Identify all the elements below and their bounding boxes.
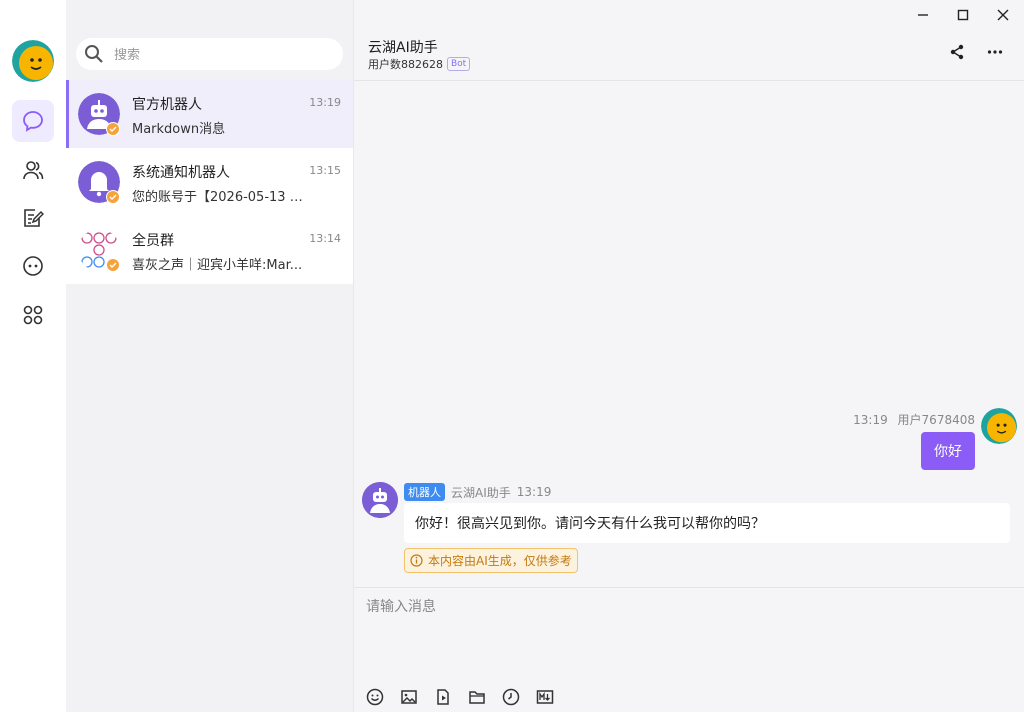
- robot-icon[interactable]: [362, 482, 398, 518]
- search-input[interactable]: [114, 46, 314, 62]
- close-icon: [997, 9, 1009, 21]
- user-avatar[interactable]: [981, 408, 1017, 444]
- image-button[interactable]: [400, 688, 418, 706]
- user-avatar[interactable]: [12, 40, 54, 82]
- chat-title: 云湖AI助手: [368, 40, 438, 56]
- close-button[interactable]: [992, 4, 1014, 26]
- robot-tag: 机器人: [404, 483, 445, 501]
- markdown-icon: [536, 690, 554, 704]
- verified-badge-icon: [106, 258, 120, 272]
- info-icon: [410, 554, 423, 567]
- maximize-icon: [957, 9, 969, 21]
- conversation-preview: 喜灰之声｜迎宾小羊咩:Mar...: [132, 258, 303, 273]
- ai-disclaimer: 本内容由AI生成，仅供参考: [404, 548, 578, 573]
- maximize-button[interactable]: [952, 4, 974, 26]
- nav-messages[interactable]: [12, 100, 54, 142]
- conversation-time: 13:19: [309, 96, 341, 109]
- header-actions: [949, 44, 1003, 60]
- conversation-panel: 官方机器人 13:19 Markdown消息 系统通知机器人 13:15 您的账…: [66, 0, 353, 712]
- conversation-time: 13:15: [309, 164, 341, 177]
- search-box: [76, 38, 343, 70]
- minimize-button[interactable]: [912, 4, 934, 26]
- nav-apps[interactable]: [12, 294, 54, 336]
- chat-panel: 云湖AI助手 用户数882628 Bot 13:19 用户7678408 你好: [353, 0, 1024, 712]
- message-time: 13:19: [516, 485, 552, 499]
- edit-note-icon: [24, 209, 44, 227]
- my-message-meta: 13:19 用户7678408: [853, 411, 975, 428]
- minimize-icon: [918, 14, 928, 16]
- message-input[interactable]: [366, 596, 1006, 676]
- more-options-icon[interactable]: [987, 44, 1003, 60]
- chat-subtitle: 用户数882628 Bot: [368, 56, 471, 72]
- emoji-icon: [366, 688, 384, 706]
- contacts-icon: [23, 161, 44, 180]
- conversation-list: 官方机器人 13:19 Markdown消息 系统通知机器人 13:15 您的账…: [66, 80, 353, 284]
- chat-bubble-icon: [23, 111, 43, 132]
- more-circle-icon: [23, 256, 43, 276]
- search-icon: [85, 45, 103, 63]
- message-sender: 云湖AI助手: [451, 485, 511, 500]
- conversation-item[interactable]: 官方机器人 13:19 Markdown消息: [66, 80, 353, 148]
- window-controls: [912, 4, 1014, 26]
- conversation-preview: Markdown消息: [132, 122, 226, 137]
- conversation-time: 13:14: [309, 232, 341, 245]
- nav-discover[interactable]: [12, 245, 54, 287]
- chat-header: 云湖AI助手 用户数882628 Bot: [354, 26, 1024, 81]
- ai-disclaimer-text: 本内容由AI生成，仅供参考: [428, 554, 572, 568]
- video-icon: [437, 689, 449, 705]
- message-sender: 用户7678408: [897, 413, 975, 427]
- nav-rail: [0, 0, 66, 712]
- nav-notes[interactable]: [12, 197, 54, 239]
- bot-message-bubble[interactable]: 你好！很高兴见到你。请问今天有什么我可以帮你的吗？: [404, 503, 1010, 543]
- composer-toolbar: [366, 688, 554, 706]
- emoji-button[interactable]: [366, 688, 384, 706]
- composer: [354, 587, 1024, 712]
- share-icon[interactable]: [949, 44, 965, 60]
- history-button[interactable]: [502, 688, 520, 706]
- folder-icon: [469, 691, 485, 704]
- conversation-item[interactable]: 全员群 13:14 喜灰之声｜迎宾小羊咩:Mar...: [66, 216, 353, 284]
- member-count: 用户数882628: [368, 58, 443, 71]
- my-message-bubble[interactable]: 你好: [921, 432, 975, 470]
- image-icon: [401, 690, 417, 704]
- file-button[interactable]: [468, 688, 486, 706]
- video-button[interactable]: [434, 688, 452, 706]
- apps-grid-icon: [23, 305, 43, 325]
- bot-tag: Bot: [447, 57, 471, 71]
- message-area: 13:19 用户7678408 你好 机器人 云湖AI助手 13:19 你好！很…: [354, 82, 1024, 587]
- markdown-button[interactable]: [536, 688, 554, 706]
- conversation-name: 系统通知机器人: [132, 165, 230, 181]
- conversation-item[interactable]: 系统通知机器人 13:15 您的账号于【2026-05-13 1...: [66, 148, 353, 216]
- verified-badge-icon: [106, 122, 120, 136]
- clock-icon: [502, 688, 520, 706]
- message-time: 13:19: [853, 413, 888, 427]
- verified-badge-icon: [106, 190, 120, 204]
- conversation-name: 全员群: [132, 233, 174, 249]
- conversation-preview: 您的账号于【2026-05-13 1...: [132, 190, 304, 205]
- nav-contacts[interactable]: [12, 149, 54, 191]
- conversation-name: 官方机器人: [132, 97, 202, 113]
- bot-message-meta: 机器人 云湖AI助手 13:19: [404, 483, 551, 501]
